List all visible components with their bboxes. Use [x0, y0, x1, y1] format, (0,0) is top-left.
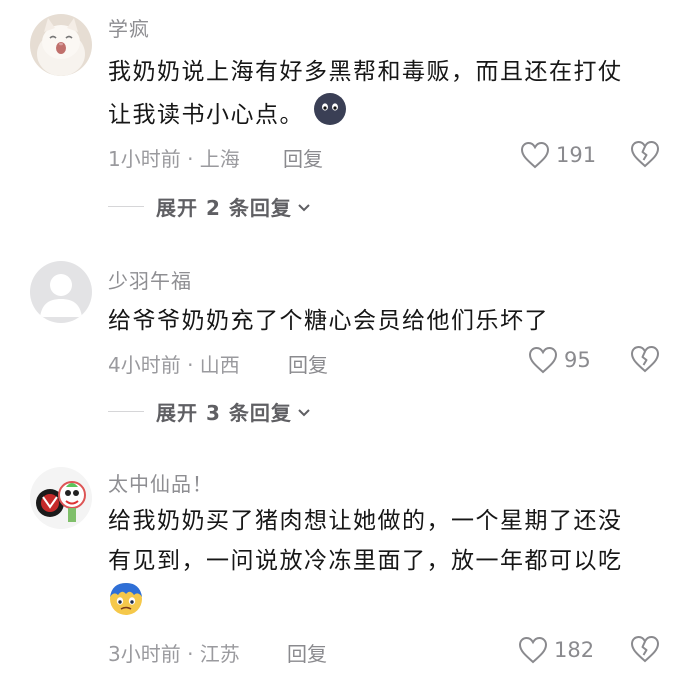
- avatar[interactable]: [30, 261, 92, 323]
- dislike-button[interactable]: [630, 345, 660, 375]
- like-count: 95: [564, 348, 591, 372]
- reply-button[interactable]: 回复: [283, 143, 323, 172]
- comment-meta: 4小时前 · 山西: [108, 353, 240, 377]
- broken-heart-icon: [630, 635, 660, 663]
- heart-outline-icon: [518, 636, 548, 664]
- comment-text-line: 给我奶奶买了猪肉想让她做的，一个星期了还没: [108, 508, 623, 534]
- like-button[interactable]: 95: [528, 345, 591, 375]
- username[interactable]: 学疯: [108, 13, 150, 42]
- comment-item: 学疯 我奶奶说上海有好多黑帮和毒贩，而且还在打仗 让我读书小心点。 1小时前 ·…: [0, 0, 690, 230]
- avatar[interactable]: [30, 14, 92, 76]
- expand-replies-label: 展开 2 条回复: [156, 196, 292, 220]
- heart-outline-icon: [528, 346, 558, 374]
- comment-text: 给我奶奶买了猪肉想让她做的，一个星期了还没 有见到，一问说放冷冻里面了，放一年都…: [108, 501, 623, 630]
- default-user-avatar-icon: [30, 261, 92, 323]
- expand-replies-button[interactable]: 展开 3 条回复: [108, 397, 312, 426]
- blue-crying-face-emoji: [108, 581, 144, 630]
- comment-text-line: 有见到，一问说放冷冻里面了，放一年都可以吃: [108, 548, 623, 574]
- avatar[interactable]: [30, 467, 92, 529]
- username[interactable]: 太中仙品！: [108, 468, 213, 497]
- divider-line: [108, 411, 144, 412]
- comment-list: 学疯 我奶奶说上海有好多黑帮和毒贩，而且还在打仗 让我读书小心点。 1小时前 ·…: [0, 0, 690, 685]
- broken-heart-icon: [630, 345, 660, 373]
- cartoon-duo-avatar-icon: [30, 467, 92, 529]
- broken-heart-icon: [630, 140, 660, 168]
- comment-item: 少羽午福 给爷爷奶奶充了个糖心会员给他们乐坏了 4小时前 · 山西 回复 95 …: [0, 250, 690, 440]
- comment-meta: 1小时前 · 上海: [108, 147, 240, 171]
- dislike-button[interactable]: [630, 635, 660, 665]
- comment-text: 我奶奶说上海有好多黑帮和毒贩，而且还在打仗 让我读书小心点。: [108, 52, 623, 139]
- like-button[interactable]: 191: [520, 140, 596, 170]
- like-button[interactable]: 182: [518, 635, 594, 665]
- dark-round-face-emoji: [313, 92, 347, 139]
- comment-text-line: [108, 581, 623, 630]
- like-count: 191: [556, 143, 597, 167]
- chevron-down-icon: [298, 203, 310, 211]
- comment-item: 太中仙品！ 给我奶奶买了猪肉想让她做的，一个星期了还没 有见到，一问说放冷冻里面…: [0, 458, 690, 685]
- divider-line: [108, 206, 144, 207]
- expand-replies-button[interactable]: 展开 2 条回复: [108, 192, 312, 221]
- username[interactable]: 少羽午福: [108, 265, 192, 294]
- comment-text: 给爷爷奶奶充了个糖心会员给他们乐坏了: [108, 301, 549, 341]
- dislike-button[interactable]: [630, 140, 660, 170]
- comment-text-line: 我奶奶说上海有好多黑帮和毒贩，而且还在打仗: [108, 59, 623, 85]
- like-count: 182: [554, 638, 595, 662]
- chevron-down-icon: [298, 408, 310, 416]
- comment-text-line: 让我读书小心点。: [108, 92, 623, 139]
- heart-outline-icon: [520, 141, 550, 169]
- comment-text-line: 给爷爷奶奶充了个糖心会员给他们乐坏了: [108, 308, 549, 334]
- comment-meta: 3小时前 · 江苏: [108, 642, 240, 666]
- cat-avatar-icon: [30, 14, 92, 76]
- reply-button[interactable]: 回复: [287, 638, 327, 667]
- reply-button[interactable]: 回复: [288, 349, 328, 378]
- expand-replies-label: 展开 3 条回复: [156, 401, 292, 425]
